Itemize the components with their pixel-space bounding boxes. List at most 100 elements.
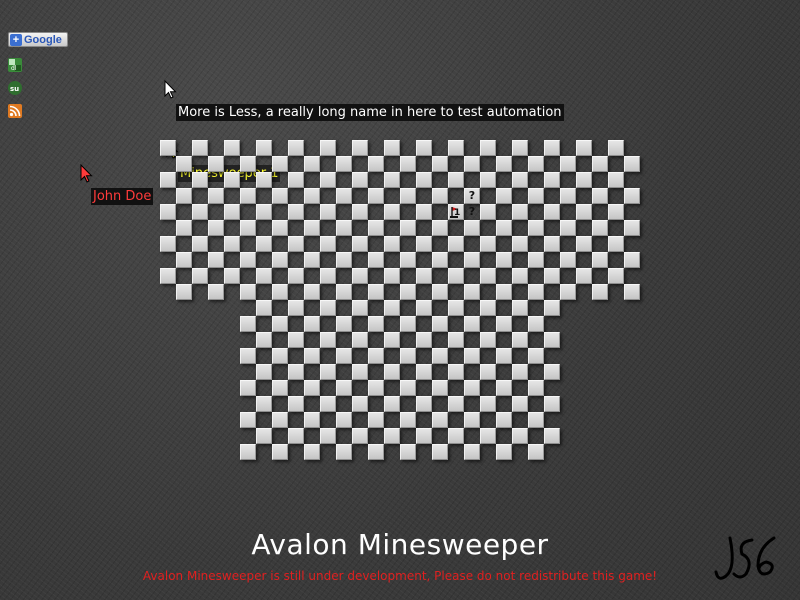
- board-cell[interactable]: [416, 140, 432, 156]
- board-cell[interactable]: [304, 284, 320, 300]
- board-cell[interactable]: [576, 172, 592, 188]
- board-cell[interactable]: [320, 364, 336, 380]
- board-cell[interactable]: [336, 444, 352, 460]
- board-cell[interactable]: [544, 140, 560, 156]
- board-cell[interactable]: [464, 444, 480, 460]
- board-cell[interactable]: [240, 220, 256, 236]
- board-cell[interactable]: [512, 204, 528, 220]
- board-cell[interactable]: [288, 396, 304, 412]
- board-cell[interactable]: [592, 252, 608, 268]
- board-cell[interactable]: [288, 204, 304, 220]
- board-cell[interactable]: [368, 444, 384, 460]
- board-cell[interactable]: [496, 380, 512, 396]
- board-cell[interactable]: [224, 172, 240, 188]
- board-cell[interactable]: [448, 364, 464, 380]
- board-cell[interactable]: [464, 348, 480, 364]
- board-cell[interactable]: [416, 268, 432, 284]
- board-cell[interactable]: [320, 428, 336, 444]
- board-cell[interactable]: [240, 284, 256, 300]
- board-cell[interactable]: [560, 156, 576, 172]
- board-cell[interactable]: [336, 156, 352, 172]
- rss-icon[interactable]: [8, 104, 22, 118]
- board-cell[interactable]: [272, 316, 288, 332]
- board-cell[interactable]: [256, 300, 272, 316]
- board-cell[interactable]: [400, 284, 416, 300]
- board-cell[interactable]: [464, 412, 480, 428]
- board-cell[interactable]: [224, 204, 240, 220]
- board-cell[interactable]: [368, 316, 384, 332]
- board-cell[interactable]: [480, 396, 496, 412]
- board-cell[interactable]: [496, 156, 512, 172]
- board-cell[interactable]: [480, 204, 496, 220]
- board-cell[interactable]: [544, 332, 560, 348]
- board-cell[interactable]: [352, 140, 368, 156]
- board-cell[interactable]: [560, 284, 576, 300]
- board-cell[interactable]: [544, 428, 560, 444]
- board-cell[interactable]: [512, 396, 528, 412]
- board-cell[interactable]: [224, 268, 240, 284]
- board-cell[interactable]: [352, 364, 368, 380]
- board-cell[interactable]: [176, 188, 192, 204]
- board-cell[interactable]: [336, 380, 352, 396]
- board-cell[interactable]: [304, 412, 320, 428]
- board-cell[interactable]: [224, 236, 240, 252]
- board-cell[interactable]: [384, 172, 400, 188]
- board-cell[interactable]: [448, 268, 464, 284]
- board-cell[interactable]: [400, 188, 416, 204]
- board-cell[interactable]: [608, 268, 624, 284]
- board-cell[interactable]: [256, 364, 272, 380]
- board-cell[interactable]: [368, 412, 384, 428]
- board-cell[interactable]: [272, 252, 288, 268]
- board-cell[interactable]: [576, 236, 592, 252]
- board-cell[interactable]: [496, 220, 512, 236]
- board-cell[interactable]: [400, 348, 416, 364]
- board-cell[interactable]: [624, 284, 640, 300]
- board-cell[interactable]: [256, 332, 272, 348]
- board-cell[interactable]: [512, 140, 528, 156]
- board-cell[interactable]: [384, 140, 400, 156]
- board-cell[interactable]: [256, 236, 272, 252]
- board-cell[interactable]: [320, 332, 336, 348]
- board-cell[interactable]: [624, 156, 640, 172]
- board-cell[interactable]: [448, 172, 464, 188]
- board-cell[interactable]: [240, 444, 256, 460]
- board-cell[interactable]: [544, 364, 560, 380]
- board-cell[interactable]: [352, 236, 368, 252]
- board-cell[interactable]: [528, 252, 544, 268]
- board-cell[interactable]: [352, 172, 368, 188]
- board-cell[interactable]: [608, 204, 624, 220]
- board-cell[interactable]: [528, 380, 544, 396]
- board-cell[interactable]: [416, 236, 432, 252]
- board-cell[interactable]: [288, 428, 304, 444]
- board-cell[interactable]: [208, 188, 224, 204]
- board-cell[interactable]: [432, 188, 448, 204]
- board-cell[interactable]: [544, 396, 560, 412]
- board-cell[interactable]: [544, 300, 560, 316]
- board-cell[interactable]: [448, 236, 464, 252]
- board-cell[interactable]: [320, 204, 336, 220]
- board-cell[interactable]: [432, 348, 448, 364]
- board-cell[interactable]: [400, 444, 416, 460]
- board-cell[interactable]: [480, 428, 496, 444]
- board-cell[interactable]: [528, 348, 544, 364]
- board-cell[interactable]: [256, 428, 272, 444]
- board-cell[interactable]: [384, 236, 400, 252]
- board-cell[interactable]: [320, 140, 336, 156]
- board-cell[interactable]: [480, 300, 496, 316]
- board-cell[interactable]: [160, 204, 176, 220]
- board-cell[interactable]: [192, 140, 208, 156]
- board-cell[interactable]: [272, 348, 288, 364]
- board-cell[interactable]: [432, 220, 448, 236]
- board-cell[interactable]: [432, 252, 448, 268]
- board-cell[interactable]: [432, 284, 448, 300]
- board-cell[interactable]: [320, 300, 336, 316]
- board-cell[interactable]: [432, 380, 448, 396]
- board-cell[interactable]: [416, 300, 432, 316]
- board-cell[interactable]: [288, 364, 304, 380]
- board-cell[interactable]: [256, 140, 272, 156]
- board-cell[interactable]: [560, 252, 576, 268]
- board-cell[interactable]: [304, 252, 320, 268]
- board-cell[interactable]: [624, 252, 640, 268]
- board-cell[interactable]: [208, 252, 224, 268]
- board-cell[interactable]: [272, 156, 288, 172]
